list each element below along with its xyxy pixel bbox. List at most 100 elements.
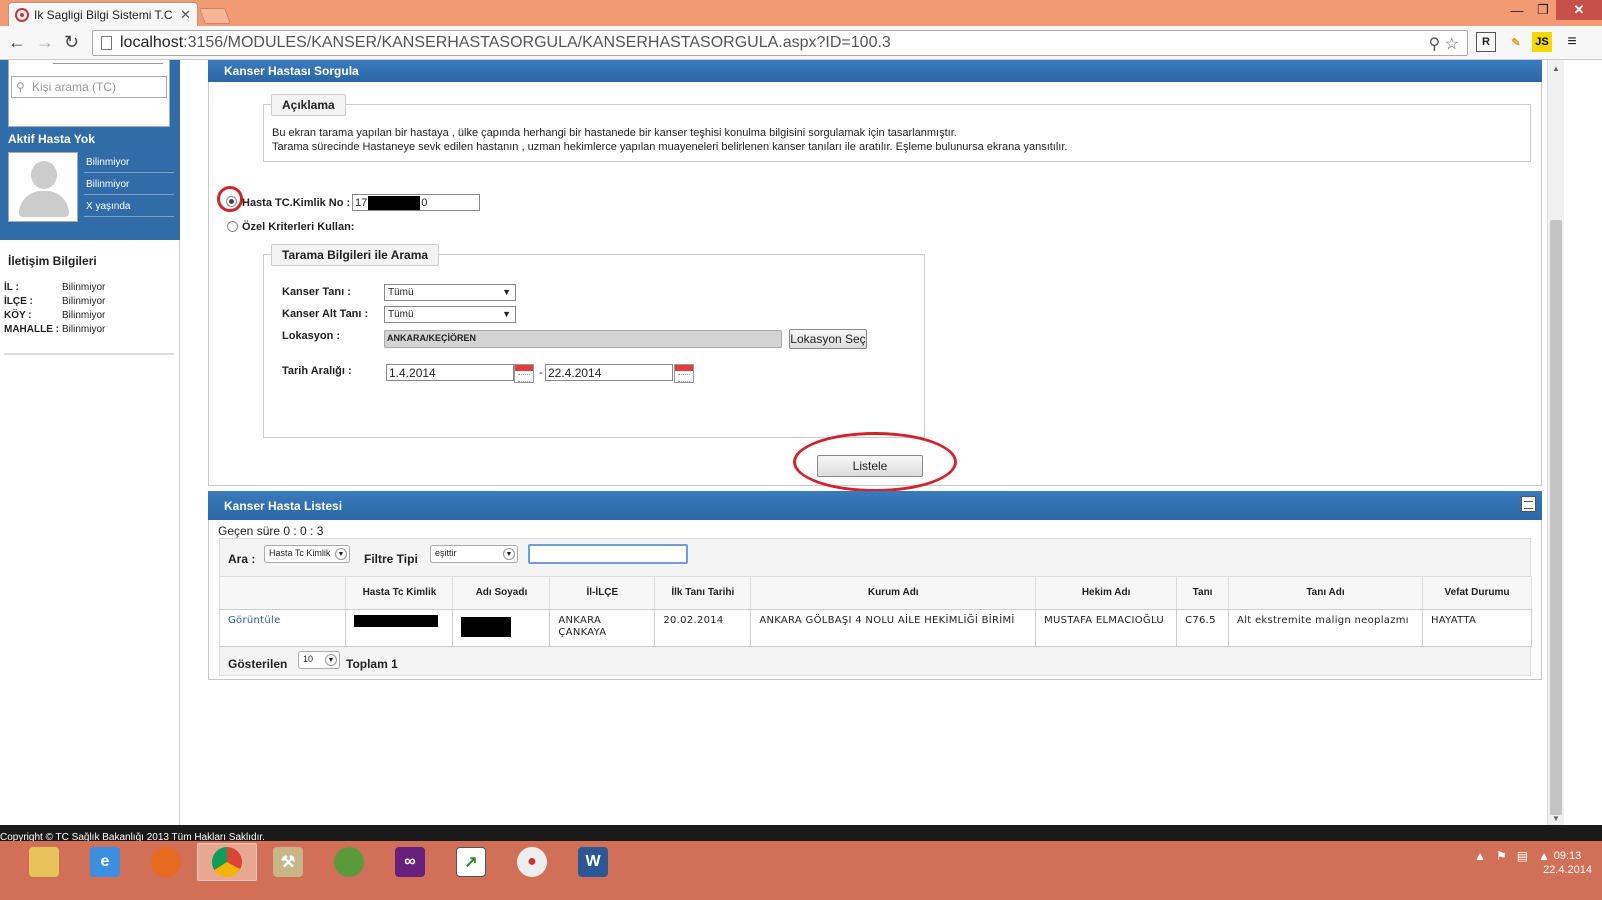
table-row[interactable]: Görüntüle ANKARA ÇANKAYA 20.02.2014 ANKA… (220, 609, 1533, 647)
description-text: Bu ekran tarama yapılan bir hastaya , ül… (272, 126, 1067, 154)
goruntule-link[interactable]: Görüntüle (220, 609, 347, 647)
address-bar[interactable]: localhost:3156/MODULES/KANSER/KANSERHAST… (92, 30, 1468, 56)
cell-tani-adi: Alt ekstremite malign neoplazmı (1228, 609, 1423, 647)
new-tab-button[interactable] (199, 8, 231, 24)
col-header-ad[interactable]: Adı Soyadı (452, 577, 551, 610)
query-panel-header: Kanser Hastası Sorgula (208, 60, 1542, 82)
ara-column-select[interactable]: Hasta Tc Kimlik ▼ (264, 545, 350, 563)
page-size-select[interactable]: 10 ▼ (298, 651, 340, 669)
scrollbar-thumb[interactable] (1550, 220, 1562, 815)
extension-pencil-icon[interactable]: ✎ (1506, 32, 1526, 52)
redaction-bar (354, 614, 439, 627)
tc-suffix: 0 (421, 196, 428, 209)
frog-app-icon[interactable] (319, 843, 379, 881)
description-legend: Açıklama (271, 94, 346, 116)
flag-icon[interactable]: ⚑ (1496, 849, 1507, 863)
word-icon[interactable]: W (563, 843, 623, 881)
results-grid: Ara : Hasta Tc Kimlik ▼ Filtre Tipi eşitt… (219, 538, 1533, 676)
browser-toolbar: ← → ↻ localhost:3156/MODULES/KANSER/KANS… (0, 26, 1602, 60)
kanser-alt-tani-select[interactable]: Tümü ▼ (384, 306, 516, 323)
redaction-bar (368, 195, 421, 210)
tab-title: Ik Sagligi Bilgi Sistemi T.C (34, 7, 173, 22)
redaction-bar (461, 616, 512, 637)
chart-app-icon[interactable]: ↗ (441, 843, 501, 881)
system-clock[interactable]: 09:13 22.4.2014 (1543, 849, 1592, 877)
calendar-icon[interactable] (514, 364, 534, 383)
elapsed-time: Geçen süre 0 : 0 : 3 (218, 524, 324, 538)
col-header-tani[interactable]: Tanı (1176, 577, 1230, 610)
chevron-down-icon: ▼ (335, 548, 347, 560)
tray-arrow-icon[interactable]: ▲ (1474, 849, 1486, 863)
col-header-il[interactable]: İl-İLÇE (549, 577, 656, 610)
col-header-vefat[interactable]: Vefat Durumu (1422, 577, 1533, 610)
chrome-menu-icon[interactable]: ≡ (1562, 32, 1582, 52)
tarih-end-input[interactable]: 22.4.2014 (545, 364, 673, 381)
contact-koy: KÖY : Bilinmiyor (4, 310, 105, 321)
page-scrollbar[interactable]: ▲ ▼ (1547, 60, 1564, 825)
col-header-tarih[interactable]: İlk Tanı Tarihi (654, 577, 752, 610)
cell-il: ANKARA ÇANKAYA (549, 609, 656, 647)
frog-glyph (334, 847, 364, 877)
col-header-tani-adi[interactable]: Tanı Adı (1228, 577, 1423, 610)
extension-reader-icon[interactable]: R (1476, 32, 1496, 52)
filtre-tipi-value: eşittir (435, 548, 457, 558)
minimize-button[interactable]: — (1504, 0, 1530, 20)
export-list-icon[interactable] (1521, 496, 1536, 512)
restore-button[interactable]: ❐ (1530, 0, 1556, 20)
browser-tab[interactable]: Ik Sagligi Bilgi Sistemi T.C ✕ (8, 2, 198, 26)
forward-arrow-icon[interactable]: → (36, 32, 54, 53)
window-controls: — ❐ ✕ (1504, 0, 1602, 20)
col-header-kurum[interactable]: Kurum Adı (750, 577, 1037, 610)
ie-glyph: e (90, 847, 120, 877)
reload-icon[interactable]: ↻ (64, 32, 79, 53)
col-header-action[interactable] (220, 577, 347, 610)
extension-js-icon[interactable]: JS (1532, 32, 1552, 52)
visual-studio-icon[interactable]: ∞ (380, 843, 440, 881)
tarih-start-input[interactable]: 1.4.2014 (386, 364, 514, 381)
list-panel-header: Kanser Hasta Listesi (208, 491, 1542, 520)
url-host: localhost (120, 34, 184, 51)
scroll-down-icon[interactable]: ▼ (1552, 814, 1560, 823)
ozel-kriter-radio[interactable] (227, 221, 238, 232)
filter-value-input[interactable] (528, 544, 688, 564)
lokasyon-label: Lokasyon : (282, 330, 341, 342)
system-tray: ▲ ⚑ ▤ ▲ (1474, 849, 1550, 863)
tc-kimlik-input[interactable]: 17 0 (352, 194, 480, 211)
word-glyph: W (578, 847, 608, 877)
internet-explorer-icon[interactable]: e (75, 843, 135, 881)
browser-titlebar: Ik Sagligi Bilgi Sistemi T.C ✕ — ❐ ✕ (0, 0, 1602, 26)
description-line-1: Bu ekran tarama yapılan bir hastaya , ül… (272, 127, 957, 139)
kanser-tani-select[interactable]: Tümü ▼ (384, 284, 516, 301)
patient-info-1: Bilinmiyor (84, 152, 174, 173)
kanser-alt-tani-label: Kanser Alt Tanı : (282, 308, 369, 320)
chrome-icon[interactable] (197, 843, 257, 881)
list-panel-title: Kanser Hasta Listesi (224, 498, 343, 513)
toplam-count: Toplam 1 (346, 657, 398, 671)
col-header-hekim[interactable]: Hekim Adı (1035, 577, 1178, 610)
avatar-head-icon (31, 161, 57, 189)
lokasyon-sec-button[interactable]: Lokasyon Seç (789, 329, 867, 349)
back-arrow-icon[interactable]: ← (8, 32, 26, 53)
col-header-tc[interactable]: Hasta Tc Kimlik (345, 577, 454, 610)
file-explorer-icon[interactable] (14, 843, 74, 881)
filtre-tipi-label: Filtre Tipi (364, 552, 418, 566)
tc-search-input[interactable]: ⚲ Kişi arama (TC) (11, 76, 167, 98)
firefox-icon[interactable] (136, 843, 196, 881)
windows-taskbar: e ⚒ ∞ ↗ ● W ▲ ⚑ ▤ ▲ 09:13 22.4.2014 (0, 841, 1602, 900)
contact-value: Bilinmiyor (62, 310, 106, 321)
tools-glyph: ⚒ (273, 847, 303, 877)
zoom-star-icons[interactable]: ⚲ ☆ (1428, 34, 1459, 54)
contact-label: MAHALLE : (4, 324, 59, 335)
filtre-tipi-select[interactable]: eşittir ▼ (430, 545, 518, 563)
site-favicon-icon (15, 7, 29, 22)
chevron-down-icon: ▼ (325, 654, 337, 666)
page-icon (101, 36, 112, 50)
paint-icon[interactable]: ● (502, 843, 562, 881)
divider (4, 353, 174, 355)
calendar-icon[interactable] (674, 364, 694, 383)
close-window-button[interactable]: ✕ (1556, 0, 1602, 20)
tools-icon[interactable]: ⚒ (258, 843, 318, 881)
scroll-up-icon[interactable]: ▲ (1552, 64, 1560, 73)
network-icon[interactable]: ▤ (1517, 849, 1528, 863)
tab-close-icon[interactable]: ✕ (180, 7, 191, 23)
